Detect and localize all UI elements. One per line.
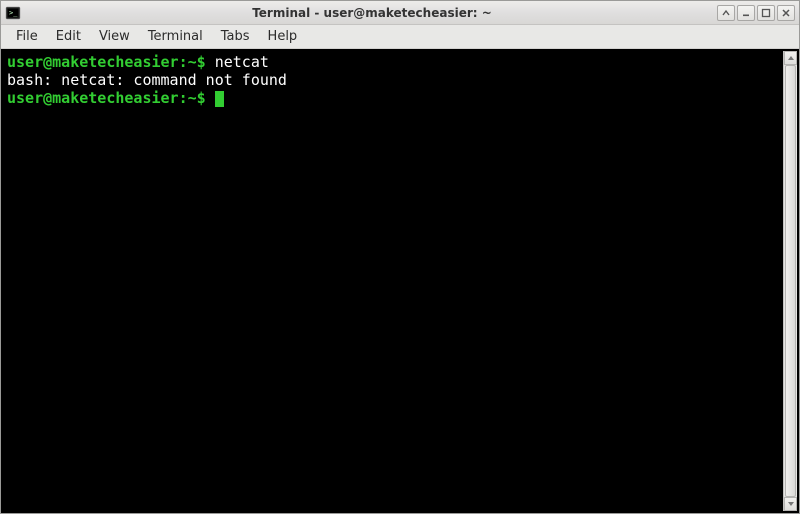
scroll-down-button[interactable] [784, 497, 797, 511]
prompt: user@maketecheasier:~$ [7, 89, 206, 107]
menu-view[interactable]: View [90, 26, 139, 47]
terminal-area: user@maketecheasier:~$ netcatbash: netca… [1, 49, 799, 513]
scrollbar-track[interactable] [784, 65, 797, 497]
terminal-line: bash: netcat: command not found [7, 71, 779, 89]
terminal-line: user@maketecheasier:~$ netcat [7, 53, 779, 71]
menu-terminal[interactable]: Terminal [139, 26, 212, 47]
prompt: user@maketecheasier:~$ [7, 53, 206, 71]
terminal-icon: >_ [5, 5, 21, 21]
command-text: netcat [206, 53, 269, 71]
terminal-content[interactable]: user@maketecheasier:~$ netcatbash: netca… [3, 51, 783, 511]
rollup-button[interactable] [717, 5, 735, 21]
output-text: bash: netcat: command not found [7, 71, 287, 89]
window-title: Terminal - user@maketecheasier: ~ [27, 6, 717, 20]
close-button[interactable] [777, 5, 795, 21]
scrollbar[interactable] [783, 51, 797, 511]
titlebar[interactable]: >_ Terminal - user@maketecheasier: ~ [1, 1, 799, 25]
scrollbar-thumb[interactable] [785, 65, 796, 497]
menu-edit[interactable]: Edit [47, 26, 90, 47]
minimize-button[interactable] [737, 5, 755, 21]
window-controls [717, 5, 795, 21]
menu-file[interactable]: File [7, 26, 47, 47]
command-text [206, 89, 215, 107]
menubar: File Edit View Terminal Tabs Help [1, 25, 799, 49]
cursor [215, 91, 224, 107]
svg-text:>_: >_ [9, 9, 18, 17]
maximize-button[interactable] [757, 5, 775, 21]
scroll-up-button[interactable] [784, 51, 797, 65]
menu-tabs[interactable]: Tabs [212, 26, 259, 47]
menu-help[interactable]: Help [259, 26, 307, 47]
terminal-window: >_ Terminal - user@maketecheasier: ~ Fil… [0, 0, 800, 514]
terminal-line: user@maketecheasier:~$ [7, 89, 779, 107]
